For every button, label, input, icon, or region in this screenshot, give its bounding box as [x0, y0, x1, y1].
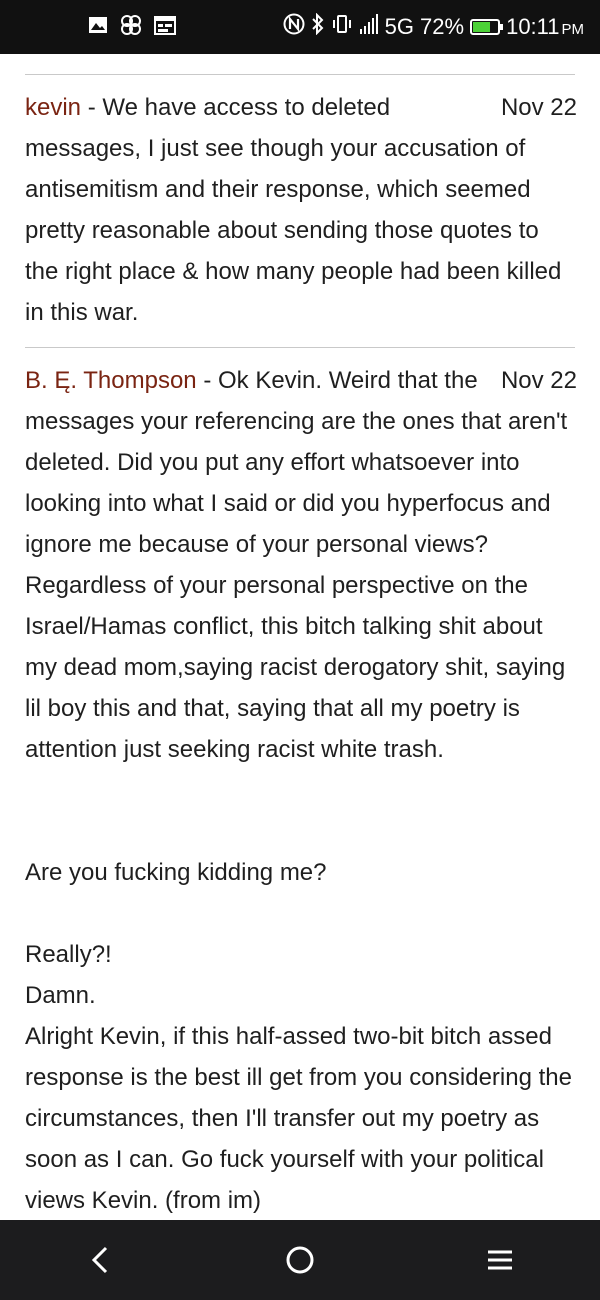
- comment-item: Nov 22 B. Ę. Thompson - Ok Kevin. Weird …: [25, 360, 577, 1220]
- home-icon: [286, 1246, 314, 1274]
- comment-divider: [25, 347, 575, 348]
- vibrate-icon: [331, 13, 353, 41]
- back-button[interactable]: [70, 1230, 130, 1290]
- comment-date: Nov 22: [500, 94, 577, 121]
- bluetooth-icon: [311, 12, 325, 41]
- status-left-icons: [88, 14, 176, 41]
- comment-text: We have access to deleted messages, I ju…: [25, 94, 569, 326]
- home-button[interactable]: [270, 1230, 330, 1290]
- navigation-bar: [0, 1220, 600, 1300]
- clock: 10:11 PM: [506, 14, 584, 40]
- clock-time: 10:11: [506, 14, 560, 39]
- clock-ampm: PM: [561, 21, 585, 38]
- signal-icon: [359, 13, 379, 41]
- comment-divider: [25, 74, 575, 75]
- network-type: 5G: [384, 14, 415, 39]
- comment-item: Nov 22 kevin - We have access to deleted…: [25, 87, 577, 333]
- gallery-icon: [88, 15, 108, 40]
- comment-separator: -: [81, 94, 103, 121]
- comment-thread[interactable]: ​ Nov 22 kevin - We have access to delet…: [0, 54, 600, 1220]
- comment-author[interactable]: kevin: [25, 94, 81, 121]
- comment-date: Nov 22: [500, 367, 577, 394]
- nfc-icon: [283, 13, 305, 41]
- battery-level-fill: [473, 22, 491, 32]
- back-icon: [91, 1246, 108, 1274]
- status-bar: 5G 72% 10:11 PM: [0, 0, 600, 54]
- battery-percent: 72%: [420, 14, 465, 39]
- pinwheel-icon: [120, 14, 142, 41]
- comment-author[interactable]: B. Ę. Thompson: [25, 367, 197, 394]
- recents-button[interactable]: [470, 1230, 530, 1290]
- calendar-icon: [154, 15, 176, 40]
- comment-separator: -: [196, 367, 218, 394]
- recents-icon: [488, 1250, 512, 1270]
- battery-charging-icon: [470, 19, 504, 35]
- comment-text: Ok Kevin. Weird that the messages your r…: [25, 367, 572, 1214]
- status-right-icons: 5G 72% 10:11 PM: [283, 12, 584, 41]
